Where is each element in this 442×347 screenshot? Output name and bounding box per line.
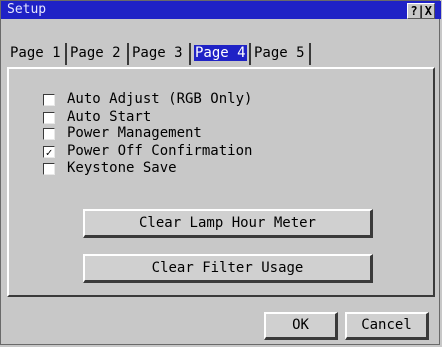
tab-label-active: Page 4 [194,45,247,61]
window-title: Setup [7,2,47,17]
power-management-label: Power Management [67,125,202,141]
auto-start-checkbox[interactable] [43,112,55,124]
cancel-button[interactable]: Cancel [345,312,429,340]
auto-adjust-label: Auto Adjust (RGB Only) [67,91,253,107]
auto-start-label: Auto Start [67,109,152,125]
tab-page-4[interactable]: Page 4 [191,41,251,65]
help-close-buttons[interactable]: ?|X [407,3,435,19]
power-management-checkbox[interactable] [43,128,55,140]
setup-dialog: Setup ?|X Page 1 Page 2 Page 3 Page 4 Pa… [0,0,441,345]
tab-page-2[interactable]: Page 2 [67,41,129,65]
title-bar[interactable]: Setup ?|X [1,1,441,19]
tab-page-5[interactable]: Page 5 [251,41,311,65]
power-off-confirmation-checkbox[interactable]: ✓ [43,146,55,158]
tab-label: Page 3 [132,45,183,61]
auto-adjust-checkbox[interactable] [43,94,55,106]
tab-label: Page 1 [10,45,61,61]
keystone-save-label: Keystone Save [67,160,177,176]
clear-lamp-hour-meter-button[interactable]: Clear Lamp Hour Meter [83,209,373,238]
tab-page-3[interactable]: Page 3 [129,41,191,65]
tab-label: Page 2 [70,45,121,61]
clear-filter-usage-button[interactable]: Clear Filter Usage [83,254,373,283]
tab-label: Page 5 [254,45,305,61]
tab-page-1[interactable]: Page 1 [7,41,67,65]
power-off-confirmation-label: Power Off Confirmation [67,143,253,159]
ok-button[interactable]: OK [264,312,338,340]
keystone-save-checkbox[interactable] [43,163,55,175]
